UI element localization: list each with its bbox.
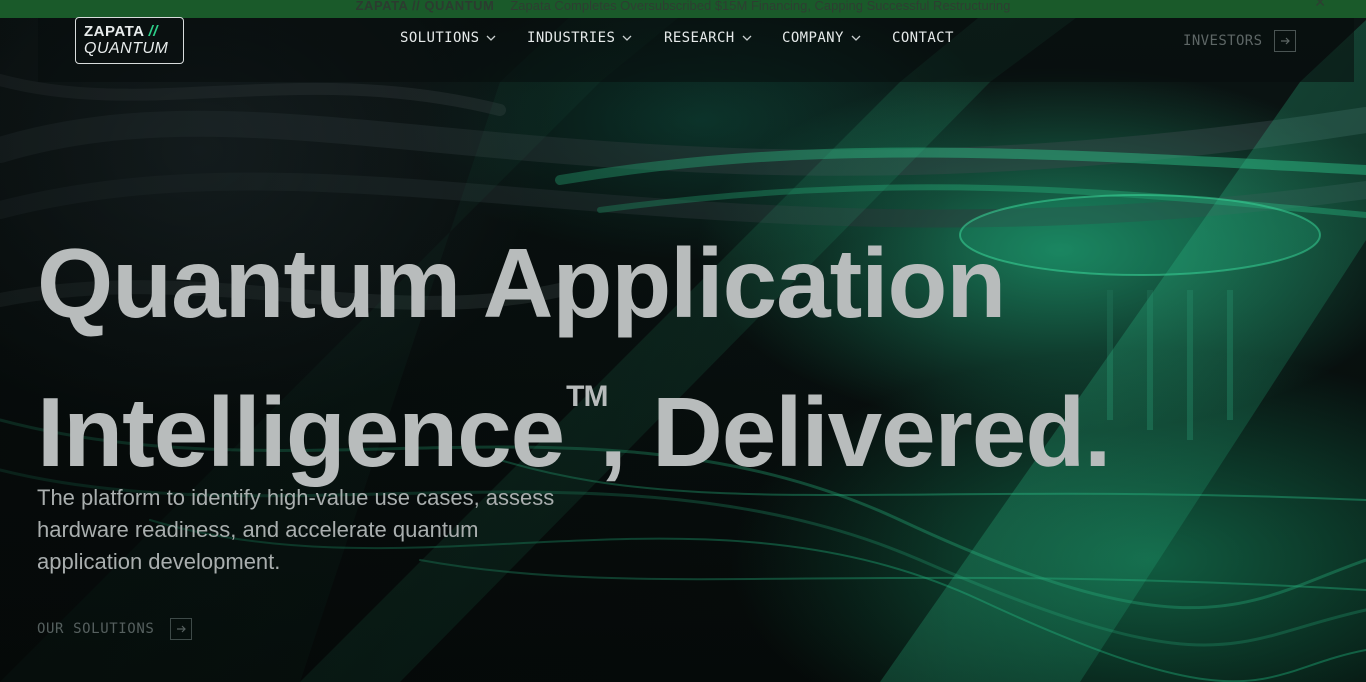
arrow-right-icon [170, 618, 193, 640]
nav-industries[interactable]: INDUSTRIES [527, 30, 633, 46]
announcement-brand: ZAPATA // QUANTUM [355, 0, 495, 13]
nav-research-label: RESEARCH [664, 30, 735, 46]
our-solutions-button[interactable]: OUR SOLUTIONS [37, 618, 193, 640]
announcement-bar[interactable]: ZAPATA // QUANTUM Zapata Completes Overs… [0, 0, 1366, 18]
nav-company-label: COMPANY [782, 30, 844, 46]
zapata-logo[interactable]: ZAPATA // QUANTUM [75, 17, 184, 64]
nav-industries-label: INDUSTRIES [527, 30, 616, 46]
nav-contact[interactable]: CONTACT [892, 30, 954, 46]
headline-intelligence: Intelligence [37, 377, 565, 487]
nav-solutions[interactable]: SOLUTIONS [400, 30, 497, 46]
nav-company[interactable]: COMPANY [782, 30, 862, 46]
chevron-down-icon [622, 35, 632, 41]
nav-contact-label: CONTACT [892, 30, 954, 46]
close-icon[interactable]: ✕ [1314, 0, 1326, 11]
hero-subtext: The platform to identify high-value use … [37, 485, 555, 574]
logo-wordmark-bottom: QUANTUM [84, 40, 169, 57]
investors-link[interactable]: INVESTORS [1183, 30, 1297, 52]
our-solutions-label: OUR SOLUTIONS [37, 621, 155, 637]
hero-headline: Quantum Application IntelligenceTM, Deli… [37, 226, 1187, 489]
headline-delivered: , Delivered. [599, 377, 1111, 487]
logo-wordmark-top: ZAPATA // [84, 23, 158, 40]
hero-headline-line-1: Quantum Application [37, 228, 1006, 338]
hero-headline-line-2: IntelligenceTM, Delivered. [37, 340, 1187, 489]
announcement-message[interactable]: Zapata Completes Oversubscribed $15M Fin… [510, 0, 1010, 13]
chevron-down-icon [742, 35, 752, 41]
chevron-down-icon [487, 35, 496, 41]
arrow-right-icon [1274, 30, 1297, 52]
chevron-down-icon [851, 35, 861, 41]
nav-solutions-label: SOLUTIONS [400, 30, 480, 46]
investors-label: INVESTORS [1183, 33, 1263, 49]
site-header [38, 18, 1354, 82]
nav-research[interactable]: RESEARCH [664, 30, 753, 46]
